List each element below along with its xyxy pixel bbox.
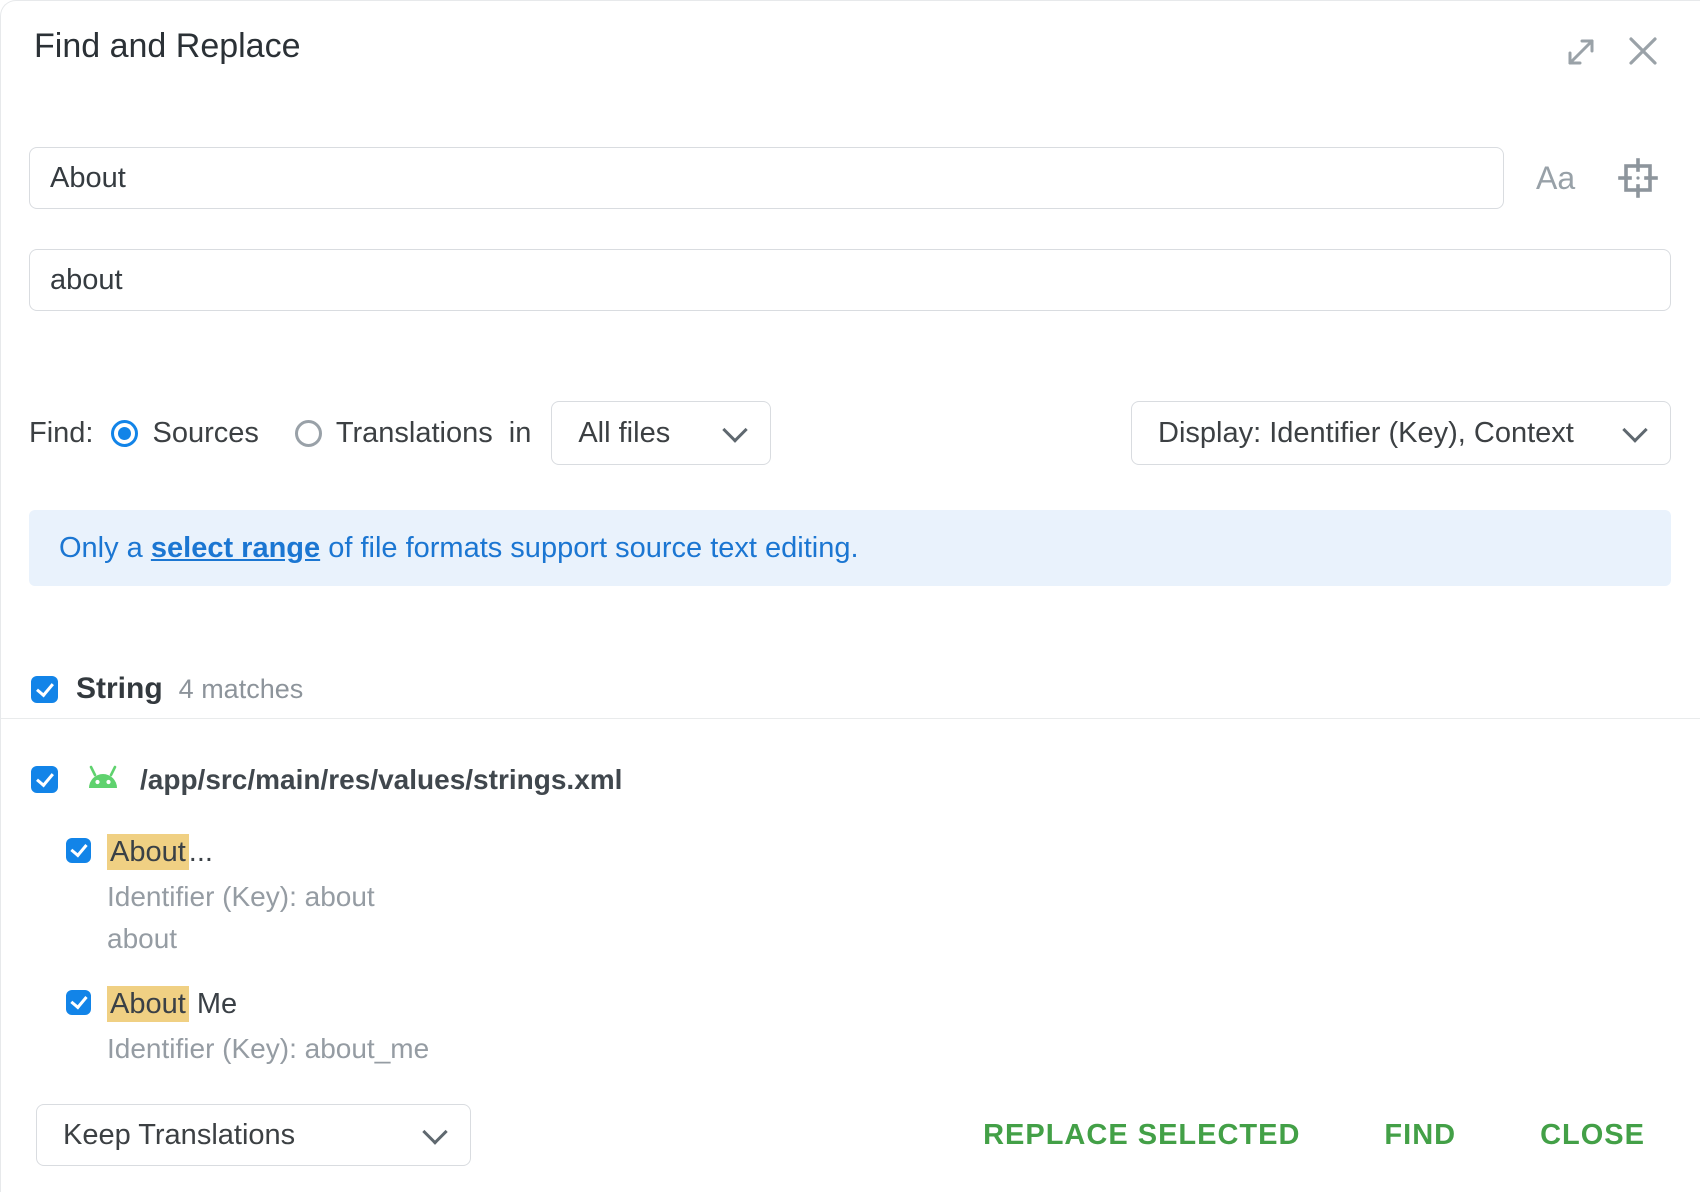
highlighted-match: About [107, 986, 189, 1022]
radio-sources[interactable] [111, 420, 138, 447]
file-scope-select[interactable]: All files [551, 401, 771, 465]
find-label: Find: [29, 417, 93, 450]
string-group-checkbox[interactable] [31, 676, 58, 703]
radio-sources-label[interactable]: Sources [152, 417, 258, 450]
match-checkbox[interactable] [66, 990, 91, 1015]
match-source-text[interactable]: About... [107, 834, 213, 870]
search-input[interactable] [29, 147, 1504, 209]
match-source-text[interactable]: About Me [107, 986, 237, 1022]
match-context: about [107, 918, 375, 960]
banner-text-suffix: of file formats support source text edit… [320, 532, 858, 564]
match-identifier: Identifier (Key): about [107, 876, 375, 918]
translations-mode-value: Keep Translations [63, 1119, 295, 1152]
file-scope-value: All files [578, 417, 670, 450]
match-details: Identifier (Key): about_me [107, 1028, 429, 1070]
close-button[interactable]: CLOSE [1540, 1119, 1645, 1152]
select-range-link[interactable]: select range [151, 532, 320, 564]
match-row: About... Identifier (Key): about about [66, 834, 375, 960]
match-identifier: Identifier (Key): about_me [107, 1028, 429, 1070]
translations-mode-select[interactable]: Keep Translations [36, 1104, 471, 1166]
chevron-down-icon [723, 417, 748, 442]
match-rest-text: ... [189, 836, 213, 868]
find-button[interactable]: FIND [1384, 1119, 1456, 1152]
string-group-match-count: 4 matches [179, 674, 304, 705]
match-details: Identifier (Key): about about [107, 876, 375, 960]
match-row: About Me Identifier (Key): about_me [66, 986, 429, 1070]
display-options-value: Display: Identifier (Key), Context [1158, 417, 1574, 450]
radio-translations[interactable] [295, 420, 322, 447]
file-path[interactable]: /app/src/main/res/values/strings.xml [140, 764, 622, 796]
find-and-replace-dialog: Find and Replace Aa Find: Sources Tr [0, 0, 1700, 1192]
expand-dialog-icon[interactable] [1563, 34, 1599, 75]
find-options-row: Find: Sources Translations in All files [29, 401, 771, 465]
chevron-down-icon [422, 1119, 447, 1144]
file-checkbox[interactable] [31, 766, 58, 793]
radio-translations-label[interactable]: Translations [336, 417, 493, 450]
string-group-row: String 4 matches [31, 672, 303, 706]
match-whole-string-icon[interactable] [1614, 154, 1662, 207]
banner-text-prefix: Only a [59, 532, 151, 564]
match-case-toggle[interactable]: Aa [1536, 160, 1575, 197]
match-checkbox[interactable] [66, 838, 91, 863]
divider [1, 718, 1700, 719]
replace-input[interactable] [29, 249, 1671, 311]
string-group-label: String [76, 672, 163, 706]
highlighted-match: About [107, 834, 189, 870]
replace-selected-button[interactable]: REPLACE SELECTED [983, 1119, 1300, 1152]
footer-actions: REPLACE SELECTED FIND CLOSE [983, 1104, 1645, 1166]
chevron-down-icon [1622, 417, 1647, 442]
close-icon[interactable] [1623, 31, 1663, 76]
file-row: /app/src/main/res/values/strings.xml [31, 762, 622, 797]
in-label: in [509, 417, 532, 450]
display-options-select[interactable]: Display: Identifier (Key), Context [1131, 401, 1671, 465]
match-rest-text: Me [189, 988, 237, 1020]
info-banner: Only a select range of file formats supp… [29, 510, 1671, 586]
android-icon [85, 762, 121, 797]
page-title: Find and Replace [34, 27, 301, 66]
